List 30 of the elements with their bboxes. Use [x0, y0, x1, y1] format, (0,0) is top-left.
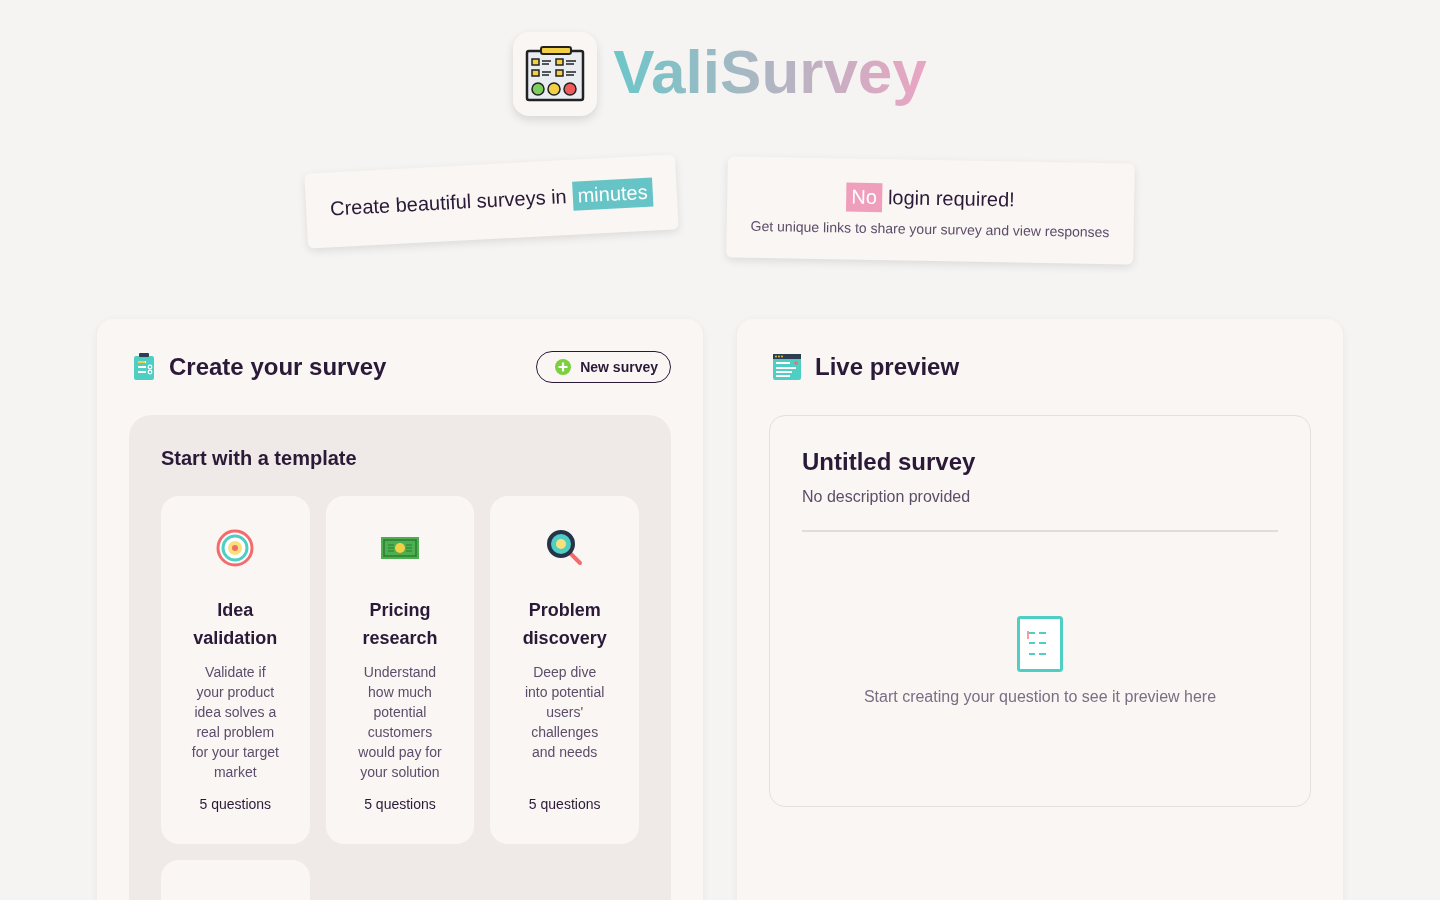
template-description: Understand how much potential customers would pay for your solution [357, 663, 443, 782]
template-description: Deep dive into potential users' challenges and needs [523, 663, 606, 762]
template-card[interactable]: Problem discovery Deep dive into potential users' challenges and needs 5 questions [490, 496, 639, 844]
empty-state-message: Start creating your question to see it preview here [863, 688, 1217, 706]
template-card[interactable]: Pricing research Understand how much potential customers would pay for your solution 5 questions [325, 496, 475, 844]
search-icon [545, 528, 584, 568]
template-card[interactable]: Idea validation Validate if your product idea solves a real problem for your target market 5 questions [161, 496, 310, 844]
clipboard-icon [133, 353, 155, 381]
section-title: Start with a template [161, 447, 358, 470]
tagline-text: Create beautiful surveys in [329, 185, 568, 221]
target-icon [216, 528, 255, 568]
survey-title: Untitled survey [802, 448, 977, 476]
template-name: Problem discovery [521, 599, 608, 650]
question-count: 5 questions [364, 796, 436, 812]
document-list-icon [1017, 616, 1063, 672]
question-count: 5 questions [528, 796, 601, 812]
template-name: Idea validation [192, 599, 279, 650]
highlight-label: minutes [572, 177, 654, 211]
web-page-icon [773, 353, 801, 381]
tagline-text: login required! [887, 186, 1015, 212]
template-name: Pricing research [361, 599, 439, 650]
question-count: 5 questions [199, 796, 272, 812]
panel-title: Live preview [815, 353, 961, 381]
panel-title: Create your survey [169, 353, 388, 381]
highlight-label: No [846, 182, 883, 213]
clipboard-smileys-icon [524, 45, 587, 103]
template-description: Validate if your product idea solves a real problem for your target market [191, 663, 280, 782]
tagline-subtext: Get unique links to share your survey and view responses [750, 217, 1110, 241]
plus-icon [554, 358, 573, 376]
survey-description: No description provided [802, 488, 972, 506]
